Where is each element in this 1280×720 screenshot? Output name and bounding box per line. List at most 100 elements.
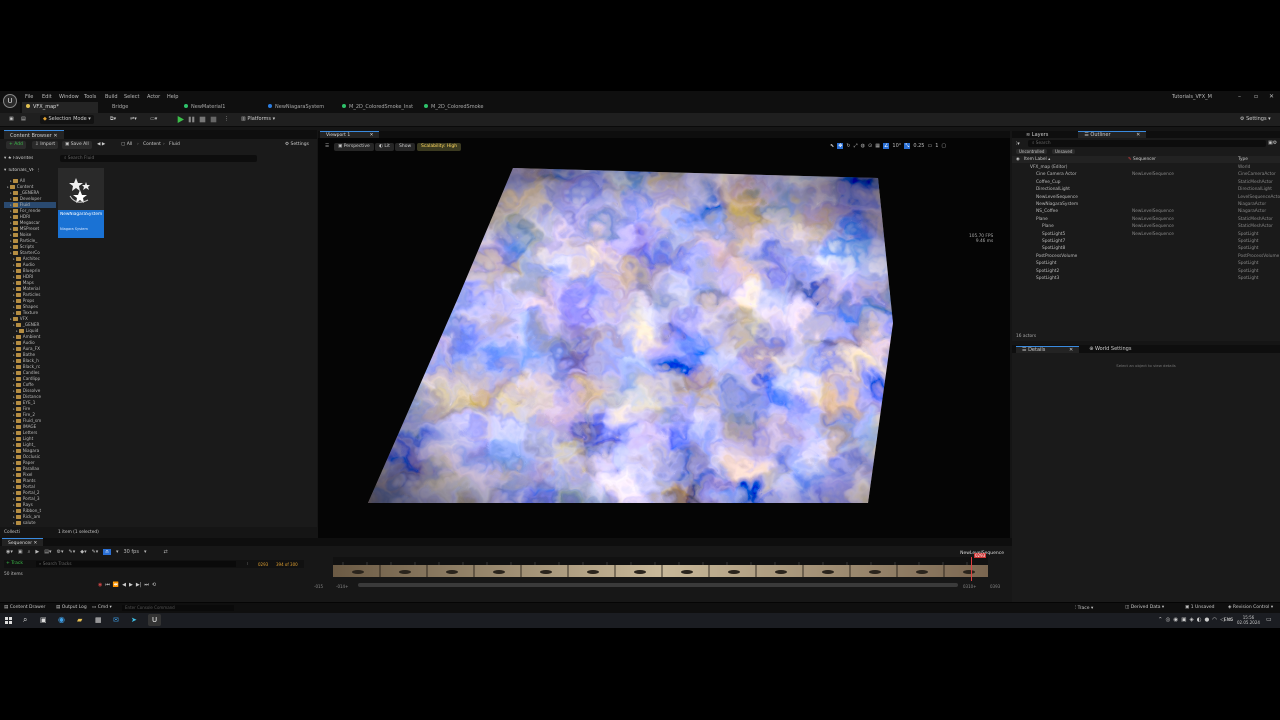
folder-tree-item[interactable]: ▸ salute <box>4 520 56 526</box>
outliner-row[interactable]: Plane NewLevelSequence StaticMeshActor <box>1012 223 1280 231</box>
tab-new-material[interactable]: NewMaterial1 <box>180 102 258 113</box>
playhead-line[interactable] <box>971 557 972 581</box>
lit-button[interactable]: ◐ Lit <box>375 143 394 151</box>
outliner-row[interactable]: SpotLight3 SpotLight <box>1012 275 1280 283</box>
level-viewport[interactable]: ☰ ▣ Perspective ◐ Lit Show Scalability: … <box>318 138 1010 572</box>
select-tool-icon[interactable]: ⬉ <box>830 143 834 149</box>
outliner-row[interactable]: Cine Camera Actor NewLevelSequence CineCam… <box>1012 171 1280 179</box>
tray-icon[interactable]: ◈ <box>1189 617 1193 623</box>
blueprint-icon[interactable]: ⧉▾ <box>107 115 119 124</box>
tab-new-niagara-system[interactable]: NewNiagaraSystem <box>264 102 344 113</box>
favorites-header[interactable]: ▾ ★ Favorites <box>4 156 33 161</box>
tab-colored-smoke[interactable]: M_2D_ColoredSmoke <box>420 102 500 113</box>
visibility-icon[interactable]: ◉ <box>1016 157 1020 162</box>
save-all-button[interactable]: ▣ Save All <box>62 141 92 149</box>
expand-arrow-icon[interactable]: ▸ <box>16 328 18 334</box>
scalability-warning[interactable]: Scalability: High <box>417 143 462 151</box>
rotation-snap-value[interactable]: 10° <box>892 143 901 149</box>
menu-build[interactable]: Build <box>105 94 118 100</box>
show-button[interactable]: Show <box>395 143 416 151</box>
camera-lock-icon[interactable]: ⇄ <box>163 549 167 555</box>
close-icon[interactable]: ✕ <box>1269 93 1274 100</box>
world-local-icon[interactable]: ◍ <box>861 143 865 149</box>
outliner-search-input[interactable]: ⌕ Search <box>1028 140 1266 147</box>
expand-arrow-icon[interactable]: ▸ <box>10 250 12 256</box>
tray-arrow-icon[interactable]: ⌃ <box>1158 617 1163 623</box>
tab-content-browser[interactable]: Content Browser ✕ <box>4 130 64 139</box>
tray-icon[interactable]: ▣ <box>1181 617 1186 623</box>
selection-mode-dropdown[interactable]: ◆ Selection Mode ▾ <box>40 115 94 124</box>
expand-arrow-icon[interactable]: ▸ <box>7 184 9 190</box>
outliner-row[interactable]: SpotLight7 SpotLight <box>1012 238 1280 246</box>
tray-icon[interactable]: ◎ <box>1166 617 1171 623</box>
asset-tile-new-niagara-system[interactable]: NewNiagaraSystem Niagara System <box>58 168 104 238</box>
filter-uncontrolled-chip[interactable]: Uncontrolled <box>1016 149 1048 154</box>
rotate-tool-icon[interactable]: ↻ <box>846 143 850 149</box>
eject-icon[interactable] <box>210 116 217 123</box>
snap-options-icon[interactable]: ▾ <box>116 549 119 555</box>
save-icon[interactable]: ▣ <box>6 115 17 124</box>
back-icon[interactable]: ◀ ▶ <box>94 141 108 149</box>
menu-help[interactable]: Help <box>167 94 178 100</box>
project-root[interactable]: ▾ Tutorials_VF ⋮ <box>4 168 54 173</box>
fps-dropdown-arrow-icon[interactable]: ▾ <box>144 549 147 555</box>
jump-start-icon[interactable]: ⏮ <box>105 582 110 588</box>
outliner-row[interactable]: NewLevelSequence LevelSequenceActor <box>1012 194 1280 202</box>
settings-button[interactable]: ⚙ Settings ▾ <box>1237 115 1274 124</box>
expand-arrow-icon[interactable]: ▸ <box>13 520 15 526</box>
outliner-row[interactable]: DirectionalLight DirectionalLight <box>1012 186 1280 194</box>
clock[interactable]: 15:56 02.05.2024 <box>1237 615 1260 625</box>
content-settings-button[interactable]: ⚙ Settings <box>282 141 312 149</box>
language-indicator[interactable]: ENG <box>1224 618 1233 623</box>
outliner-row[interactable]: NS_Coffee NewLevelSequence NiagaraActor <box>1012 208 1280 216</box>
jump-end-icon[interactable]: ⏭ <box>144 582 149 588</box>
breadcrumb-fluid[interactable]: Fluid <box>166 141 183 149</box>
edge-icon[interactable]: ◉ <box>58 615 65 624</box>
collections-header[interactable]: Collecti <box>4 530 20 535</box>
platforms-dropdown[interactable]: ▥ Platforms ▾ <box>238 115 278 124</box>
time-ruler[interactable] <box>333 557 988 565</box>
menu-file[interactable]: File <box>25 94 33 100</box>
expand-arrow-icon[interactable]: ▸ <box>13 322 15 328</box>
maximize-icon[interactable]: ▫ <box>1254 93 1258 100</box>
add-track-button[interactable]: + Track <box>6 561 23 566</box>
tab-world-settings[interactable]: ⊕ World Settings <box>1083 346 1137 352</box>
tab-colored-smoke-inst[interactable]: M_2D_ColoredSmoke_Inst <box>338 102 424 113</box>
tab-viewport[interactable]: Viewport 1 ✕ <box>320 131 380 138</box>
camera-speed-icon[interactable]: ▭ <box>927 143 932 149</box>
tab-bridge[interactable]: Bridge <box>102 102 172 113</box>
search-icon[interactable]: ⌕ <box>23 615 27 625</box>
perspective-button[interactable]: ▣ Perspective <box>334 143 374 151</box>
derived-data-button[interactable]: ◫ Derived Data ▾ <box>1125 605 1164 610</box>
mail-icon[interactable]: ✉ <box>113 616 119 624</box>
col-sequencer[interactable]: ✎ Sequencer <box>1128 157 1156 162</box>
play-icon[interactable]: ▶ <box>129 582 133 588</box>
menu-tools[interactable]: Tools <box>84 94 96 100</box>
task-view-icon[interactable]: ▣ <box>40 616 47 624</box>
unreal-taskbar-icon[interactable]: U <box>148 614 161 626</box>
stop-icon[interactable] <box>199 116 206 123</box>
scale-snap-icon[interactable]: ⤡ <box>904 143 911 149</box>
find-in-cb-icon[interactable]: ⌕ <box>28 549 31 555</box>
fps-dropdown[interactable]: 30 fps <box>123 549 139 555</box>
move-tool-icon[interactable]: ✥ <box>837 143 844 149</box>
expand-arrow-icon[interactable]: ▸ <box>10 178 12 184</box>
tray-icon[interactable]: ● <box>1204 617 1209 623</box>
console-input[interactable]: Enter Console Command <box>122 605 234 611</box>
expand-arrow-icon[interactable]: ▸ <box>10 316 12 322</box>
tab-layers[interactable]: ≋ Layers <box>1020 132 1054 138</box>
play-options-icon[interactable]: ⋮ <box>221 115 232 124</box>
outliner-settings-icon[interactable]: ▣⚙ <box>1268 140 1277 146</box>
wifi-icon[interactable]: ◠ <box>1212 617 1217 623</box>
menu-select[interactable]: Select <box>124 94 139 100</box>
save-sequence-icon[interactable]: ▣ <box>18 549 23 555</box>
breadcrumb-all[interactable]: ▢ All <box>118 141 135 149</box>
windows-start-icon[interactable] <box>5 617 12 624</box>
content-drawer-button[interactable]: ▤ Content Drawer <box>4 605 45 610</box>
auto-key-icon[interactable]: ✎▾ <box>92 549 99 555</box>
scale-snap-value[interactable]: 0.25 <box>913 143 924 149</box>
step-back-icon[interactable]: ◀ <box>122 582 126 588</box>
sequencer-options-icon[interactable]: ◉▾ <box>6 549 13 555</box>
cinematics-icon[interactable]: ⇌▾ <box>127 115 140 124</box>
menu-edit[interactable]: Edit <box>42 94 52 100</box>
